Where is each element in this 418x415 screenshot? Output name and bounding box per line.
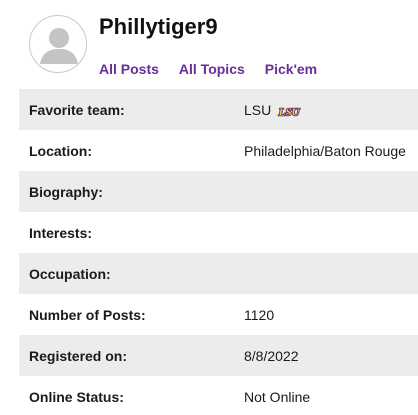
favorite-team-value: LSU bbox=[244, 101, 272, 118]
occupation-row: Occupation: bbox=[19, 253, 418, 294]
number-of-posts-label: Number of Posts: bbox=[29, 306, 146, 323]
avatar-placeholder-icon bbox=[29, 15, 87, 73]
interests-label: Interests: bbox=[29, 224, 93, 241]
location-value: Philadelphia/Baton Rouge bbox=[244, 142, 406, 159]
favorite-team-row: Favorite team: LSU LSU bbox=[19, 89, 418, 130]
number-of-posts-row: Number of Posts: 1120 bbox=[19, 294, 418, 335]
registered-on-value: 8/8/2022 bbox=[244, 347, 299, 364]
favorite-team-label: Favorite team: bbox=[29, 101, 125, 118]
profile-details-table: Favorite team: LSU LSU Location: Philade… bbox=[19, 89, 418, 415]
svg-text:LSU: LSU bbox=[278, 106, 301, 117]
pickem-link[interactable]: Pick'em bbox=[265, 61, 317, 77]
biography-label: Biography: bbox=[29, 183, 103, 200]
biography-row: Biography: bbox=[19, 171, 418, 212]
lsu-logo-icon[interactable]: LSU bbox=[275, 104, 303, 119]
all-posts-link[interactable]: All Posts bbox=[99, 61, 159, 77]
interests-row: Interests: bbox=[19, 212, 418, 253]
online-status-label: Online Status: bbox=[29, 388, 124, 405]
profile-page: Phillytiger9 All Posts All Topics Pick'e… bbox=[0, 0, 418, 415]
profile-nav: All Posts All Topics Pick'em bbox=[99, 61, 317, 77]
online-status-row: Online Status: Not Online bbox=[19, 376, 418, 415]
all-topics-link[interactable]: All Topics bbox=[179, 61, 245, 77]
profile-username: Phillytiger9 bbox=[99, 14, 218, 39]
location-row: Location: Philadelphia/Baton Rouge bbox=[19, 130, 418, 171]
online-status-value: Not Online bbox=[244, 388, 311, 405]
occupation-label: Occupation: bbox=[29, 265, 111, 282]
number-of-posts-value: 1120 bbox=[244, 306, 275, 323]
favorite-team-value-wrap: LSU LSU bbox=[244, 101, 303, 119]
location-label: Location: bbox=[29, 142, 92, 159]
registered-on-row: Registered on: 8/8/2022 bbox=[19, 335, 418, 376]
registered-on-label: Registered on: bbox=[29, 347, 128, 364]
